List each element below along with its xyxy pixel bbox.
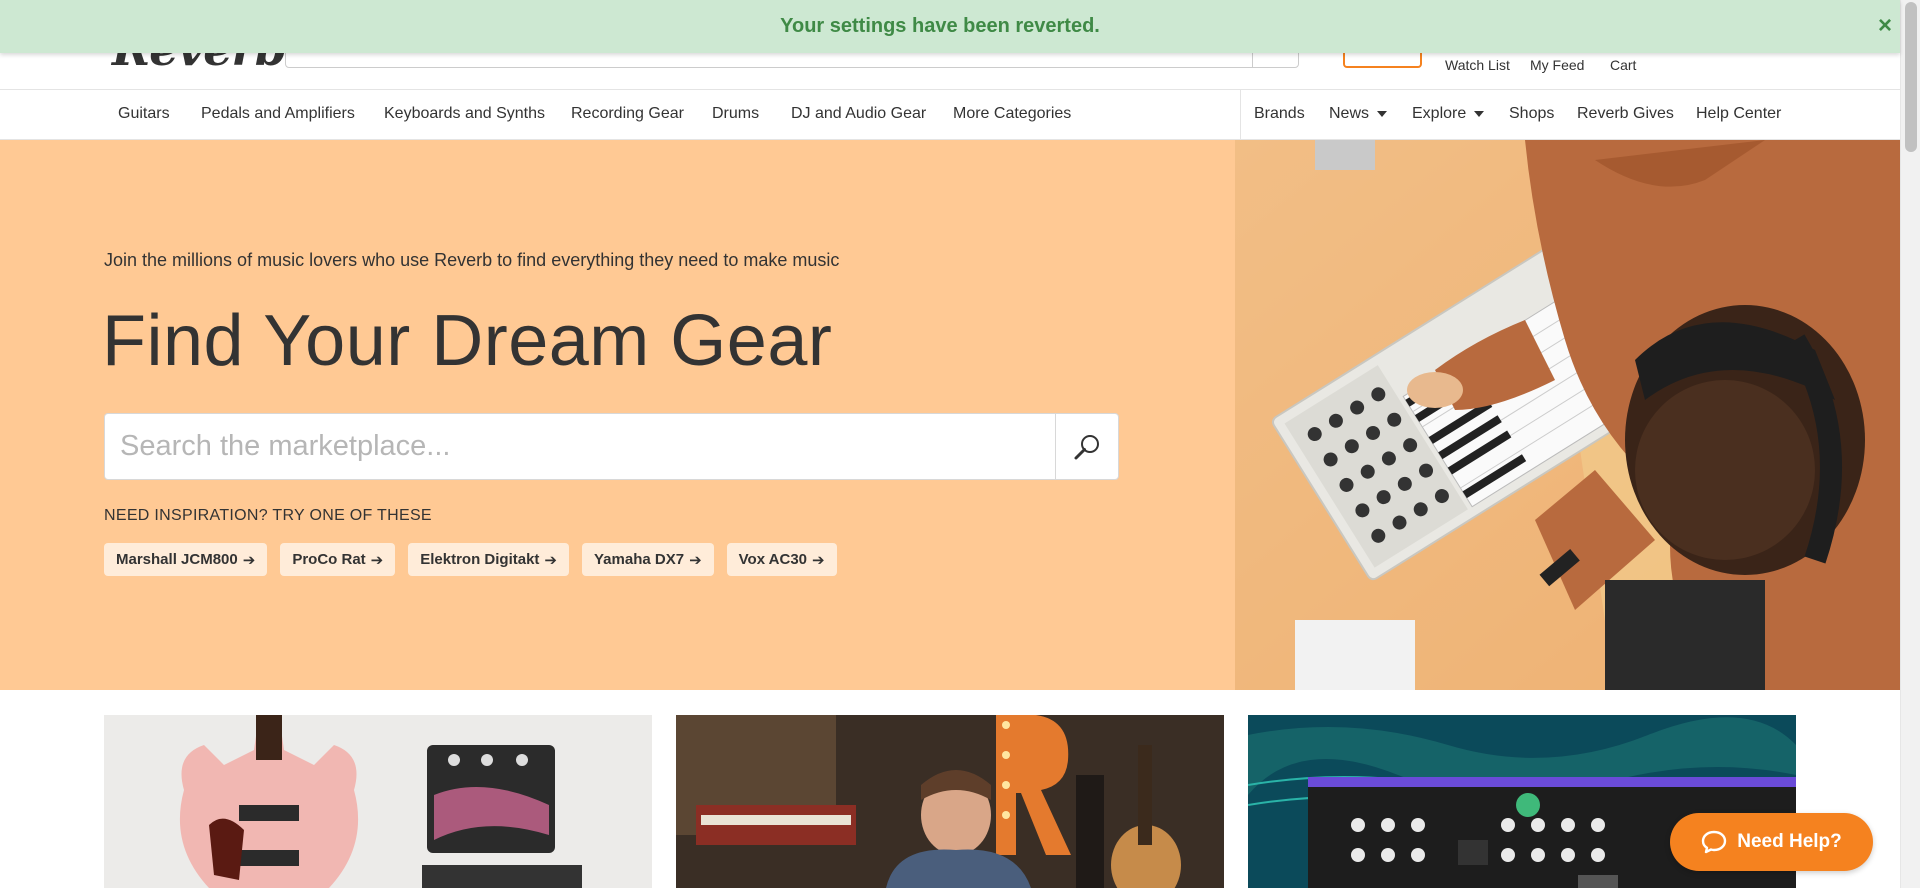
arrow-right-icon: ➔ [370, 551, 384, 569]
search-icon [1074, 434, 1099, 459]
need-help-label: Need Help? [1737, 831, 1842, 852]
chip-label: Elektron Digitakt [420, 551, 540, 568]
chip-elektron-digitakt[interactable]: Elektron Digitakt ➔ [408, 543, 569, 576]
chevron-down-icon [1377, 110, 1388, 117]
chip-label: Vox AC30 [738, 551, 807, 568]
nav-explore[interactable]: Explore [1412, 105, 1485, 123]
my-feed-link[interactable]: My Feed [1530, 57, 1584, 73]
watch-list-link[interactable]: Watch List [1445, 57, 1510, 73]
nav-help-center[interactable]: Help Center [1696, 105, 1781, 123]
page-scrollbar[interactable] [1900, 0, 1920, 888]
card-image-studio [676, 715, 1224, 888]
arrow-right-icon: ➔ [242, 551, 256, 569]
nav-dj-audio-gear[interactable]: DJ and Audio Gear [791, 105, 926, 123]
nav-guitars[interactable]: Guitars [118, 105, 170, 123]
inspiration-label: NEED INSPIRATION? TRY ONE OF THESE [104, 507, 432, 524]
inspiration-chips: Marshall JCM800 ➔ ProCo Rat ➔ Elektron Dig… [104, 543, 837, 576]
arrow-right-icon: ➔ [812, 551, 825, 569]
nav-drums[interactable]: Drums [712, 105, 759, 123]
hero-search-box [104, 413, 1119, 480]
chip-label: ProCo Rat [292, 551, 366, 568]
chip-label: Yamaha DX7 [594, 551, 685, 568]
nav-reverb-gives[interactable]: Reverb Gives [1577, 105, 1674, 123]
nav-news[interactable]: News [1329, 105, 1388, 123]
arrow-right-icon: ➔ [544, 551, 557, 569]
cart-link[interactable]: Cart [1610, 57, 1636, 73]
banner-message: Your settings have been reverted. [780, 15, 1100, 37]
nav-news-label: News [1329, 105, 1370, 122]
settings-reverted-banner: Your settings have been reverted. × [0, 0, 1900, 53]
chevron-down-icon [1474, 110, 1485, 117]
hero-section: Join the millions of music lovers who us… [0, 140, 1900, 690]
nav-recording-gear[interactable]: Recording Gear [571, 105, 684, 123]
chat-bubble-icon [1702, 830, 1727, 854]
nav-shops[interactable]: Shops [1509, 105, 1554, 123]
category-nav: Guitars Pedals and Amplifiers Keyboards … [0, 90, 1900, 140]
arrow-right-icon: ➔ [689, 551, 702, 569]
chip-yamaha-dx7[interactable]: Yamaha DX7 ➔ [582, 543, 714, 576]
close-icon[interactable]: × [1878, 12, 1892, 40]
need-help-button[interactable]: Need Help? [1670, 813, 1873, 871]
chip-proco-rat[interactable]: ProCo Rat ➔ [280, 543, 396, 576]
hero-image-synth-player [1235, 140, 1900, 690]
chip-label: Marshall JCM800 [116, 551, 238, 568]
card-image-guitar-pedal [104, 715, 652, 888]
hero-title: Find Your Dream Gear [102, 301, 833, 381]
marketplace-search-input[interactable] [105, 414, 1055, 479]
scrollbar-thumb[interactable] [1905, 2, 1917, 152]
chip-marshall-jcm800[interactable]: Marshall JCM800 ➔ [104, 543, 268, 576]
chip-vox-ac30[interactable]: Vox AC30 ➔ [726, 543, 837, 576]
nav-pedals-amplifiers[interactable]: Pedals and Amplifiers [201, 105, 355, 123]
nav-brands[interactable]: Brands [1254, 105, 1305, 123]
nav-divider [1240, 90, 1241, 140]
card-studio-musician[interactable] [676, 715, 1224, 888]
card-guitars-pedals[interactable] [104, 715, 652, 888]
nav-keyboards-synths[interactable]: Keyboards and Synths [384, 105, 545, 123]
hero-tagline: Join the millions of music lovers who us… [104, 250, 840, 270]
nav-more-categories[interactable]: More Categories [953, 105, 1071, 123]
hero-search-button[interactable] [1055, 414, 1118, 479]
nav-explore-label: Explore [1412, 105, 1467, 122]
